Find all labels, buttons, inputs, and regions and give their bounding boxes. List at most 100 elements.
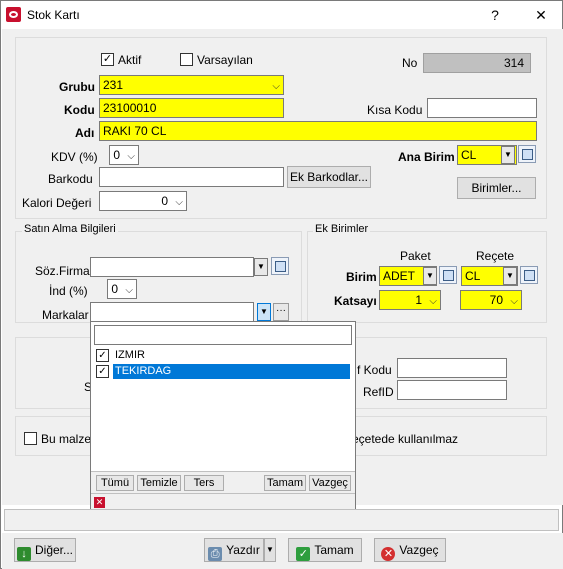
aktif-checkbox[interactable] (101, 53, 114, 66)
grubu-value: 231 (103, 78, 124, 92)
kdv-label: KDV (%) (51, 150, 98, 164)
grubu-dropdown[interactable]: 231 ⌵ (99, 75, 284, 95)
ind-label: İnd (%) (49, 284, 88, 298)
list-item[interactable]: ✓ TEKIRDAG (94, 364, 352, 379)
bottom-button-bar: ↓ Diğer... ⎙ Yazdır ▼ ✓ Tamam ✕ Vazgeç (2, 533, 563, 569)
markalar-popup: ✓ IZMIR ✓ TEKIRDAG Tümü Temizle Ters Tam… (90, 321, 356, 512)
tamam-button[interactable]: ✓ Tamam (288, 538, 362, 562)
app-icon (6, 7, 21, 22)
popup-vazgec-button[interactable]: Vazgeç (309, 475, 351, 491)
markalar-popup-buttons: Tümü Temizle Ters Tamam Vazgeç (91, 471, 355, 493)
vazgec-button-label: Vazgeç (399, 543, 439, 557)
chevron-down-icon: ⌵ (127, 151, 135, 162)
katsayi-label: Katsayı (334, 294, 377, 308)
ana-birim-value: CL (461, 148, 477, 162)
kodu-input[interactable]: 23100010 (99, 98, 284, 118)
list-item[interactable]: ✓ IZMIR (94, 348, 352, 363)
markalar-search-input[interactable] (94, 325, 352, 345)
no-field: 314 (423, 53, 531, 73)
ind-dropdown[interactable]: 0 ⌵ (107, 279, 137, 299)
markalar-label: Markalar (42, 308, 89, 322)
recete-birim-dropdown-arrow[interactable]: ▼ (503, 267, 517, 285)
paket-birim-dropdown-arrow[interactable]: ▼ (423, 267, 437, 285)
no-label: No (402, 56, 418, 70)
kalori-dropdown[interactable]: 0 ⌵ (99, 191, 187, 211)
tekirdag-checkbox[interactable]: ✓ (96, 365, 109, 378)
close-icon[interactable]: ✕ (94, 497, 105, 508)
markalar-dropdown-arrow[interactable]: ▼ (257, 303, 271, 321)
title-bar: Stok Kartı ? ✕ (1, 1, 562, 29)
recete-birim-lookup-icon[interactable] (520, 266, 538, 284)
kisa-kodu-input[interactable] (427, 98, 537, 118)
kalori-label: Kalori Değeri (22, 196, 92, 210)
grubu-label: Grubu (59, 80, 95, 94)
satin-alma-title: Satın Alma Bilgileri (22, 223, 118, 235)
refid-input[interactable] (397, 380, 507, 400)
ana-birim-lookup-icon[interactable] (518, 145, 536, 163)
markalar-list: ✓ IZMIR ✓ TEKIRDAG (94, 347, 352, 490)
adi-input[interactable]: RAKI 70 CL (99, 121, 537, 141)
adi-label: Adı (75, 126, 95, 140)
recete-katsayi-dropdown[interactable]: 70 ⌵ (460, 290, 522, 310)
paket-birim-lookup-icon[interactable] (439, 266, 457, 284)
popup-tamam-button[interactable]: Tamam (264, 475, 306, 491)
yazdir-button-label: Yazdır (226, 543, 260, 557)
recete-usage-label-right: eçetede kullanılmaz (352, 432, 459, 446)
yazdir-dropdown-arrow[interactable]: ▼ (264, 538, 276, 562)
checkmark-icon: ✓ (296, 547, 311, 561)
markalar-input[interactable] (90, 302, 254, 322)
recete-header: Reçete (476, 249, 515, 263)
chevron-down-icon: ⌵ (429, 296, 437, 307)
status-bar (4, 509, 559, 531)
aktif-label: Aktif (118, 53, 142, 67)
birimler-button[interactable]: Birimler... (457, 177, 536, 199)
diger-button-label: Diğer... (34, 543, 73, 557)
soz-firma-lookup-icon[interactable] (271, 257, 289, 275)
paket-birim-value: ADET (383, 269, 416, 283)
varsayilan-label: Varsayılan (197, 53, 253, 67)
paket-katsayi-value: 1 (415, 293, 422, 307)
ek-barkodlar-button[interactable]: Ek Barkodlar... (287, 166, 371, 188)
vazgec-button[interactable]: ✕ Vazgeç (374, 538, 446, 562)
kalori-value: 0 (161, 194, 168, 208)
ters-button[interactable]: Ters (184, 475, 224, 491)
soz-firma-input[interactable] (90, 257, 254, 277)
kodu-label: Kodu (64, 103, 95, 117)
markalar-ellipsis-button[interactable]: ··· (273, 303, 289, 321)
tumu-button[interactable]: Tümü (96, 475, 134, 491)
tamam-button-label: Tamam (314, 543, 354, 557)
paket-katsayi-dropdown[interactable]: 1 ⌵ (379, 290, 441, 310)
stok-karti-window: Stok Kartı ? ✕ Aktif Varsayılan No 314 G… (0, 0, 563, 569)
ind-value: 0 (111, 282, 118, 296)
partial-kodu-input[interactable] (397, 358, 507, 378)
chevron-down-icon: ⌵ (510, 296, 518, 307)
yazdir-button[interactable]: ⎙ Yazdır (204, 538, 264, 562)
temizle-button[interactable]: Temizle (137, 475, 181, 491)
list-item-label: IZMIR (115, 349, 145, 361)
barkodu-label: Barkodu (48, 172, 93, 186)
list-item-label: TEKIRDAG (113, 364, 350, 379)
window-title: Stok Kartı (27, 8, 80, 22)
ana-birim-label: Ana Birim (398, 150, 455, 164)
varsayilan-checkbox[interactable] (180, 53, 193, 66)
paket-header: Paket (400, 249, 431, 263)
kdv-value: 0 (113, 148, 120, 162)
chevron-down-icon: ⌵ (125, 285, 133, 296)
printer-icon: ⎙ (208, 547, 223, 561)
recete-usage-checkbox[interactable] (24, 432, 37, 445)
close-button[interactable]: ✕ (529, 3, 553, 27)
ana-birim-dropdown-arrow[interactable]: ▼ (501, 146, 515, 164)
recete-usage-label-left: Bu malze (41, 432, 92, 446)
barkodu-input[interactable] (99, 167, 284, 187)
diger-button[interactable]: ↓ Diğer... (14, 538, 76, 562)
izmir-checkbox[interactable]: ✓ (96, 349, 109, 362)
soz-firma-dropdown-arrow[interactable]: ▼ (254, 258, 268, 276)
chevron-down-icon: ⌵ (272, 81, 280, 92)
arrow-down-icon: ↓ (16, 547, 31, 561)
ek-birimler-title: Ek Birimler (313, 223, 371, 235)
help-button[interactable]: ? (483, 3, 507, 27)
soz-firma-label: Söz.Firma (35, 264, 90, 278)
cancel-icon: ✕ (381, 547, 396, 561)
kdv-dropdown[interactable]: 0 ⌵ (109, 145, 139, 165)
recete-katsayi-value: 70 (489, 293, 503, 307)
